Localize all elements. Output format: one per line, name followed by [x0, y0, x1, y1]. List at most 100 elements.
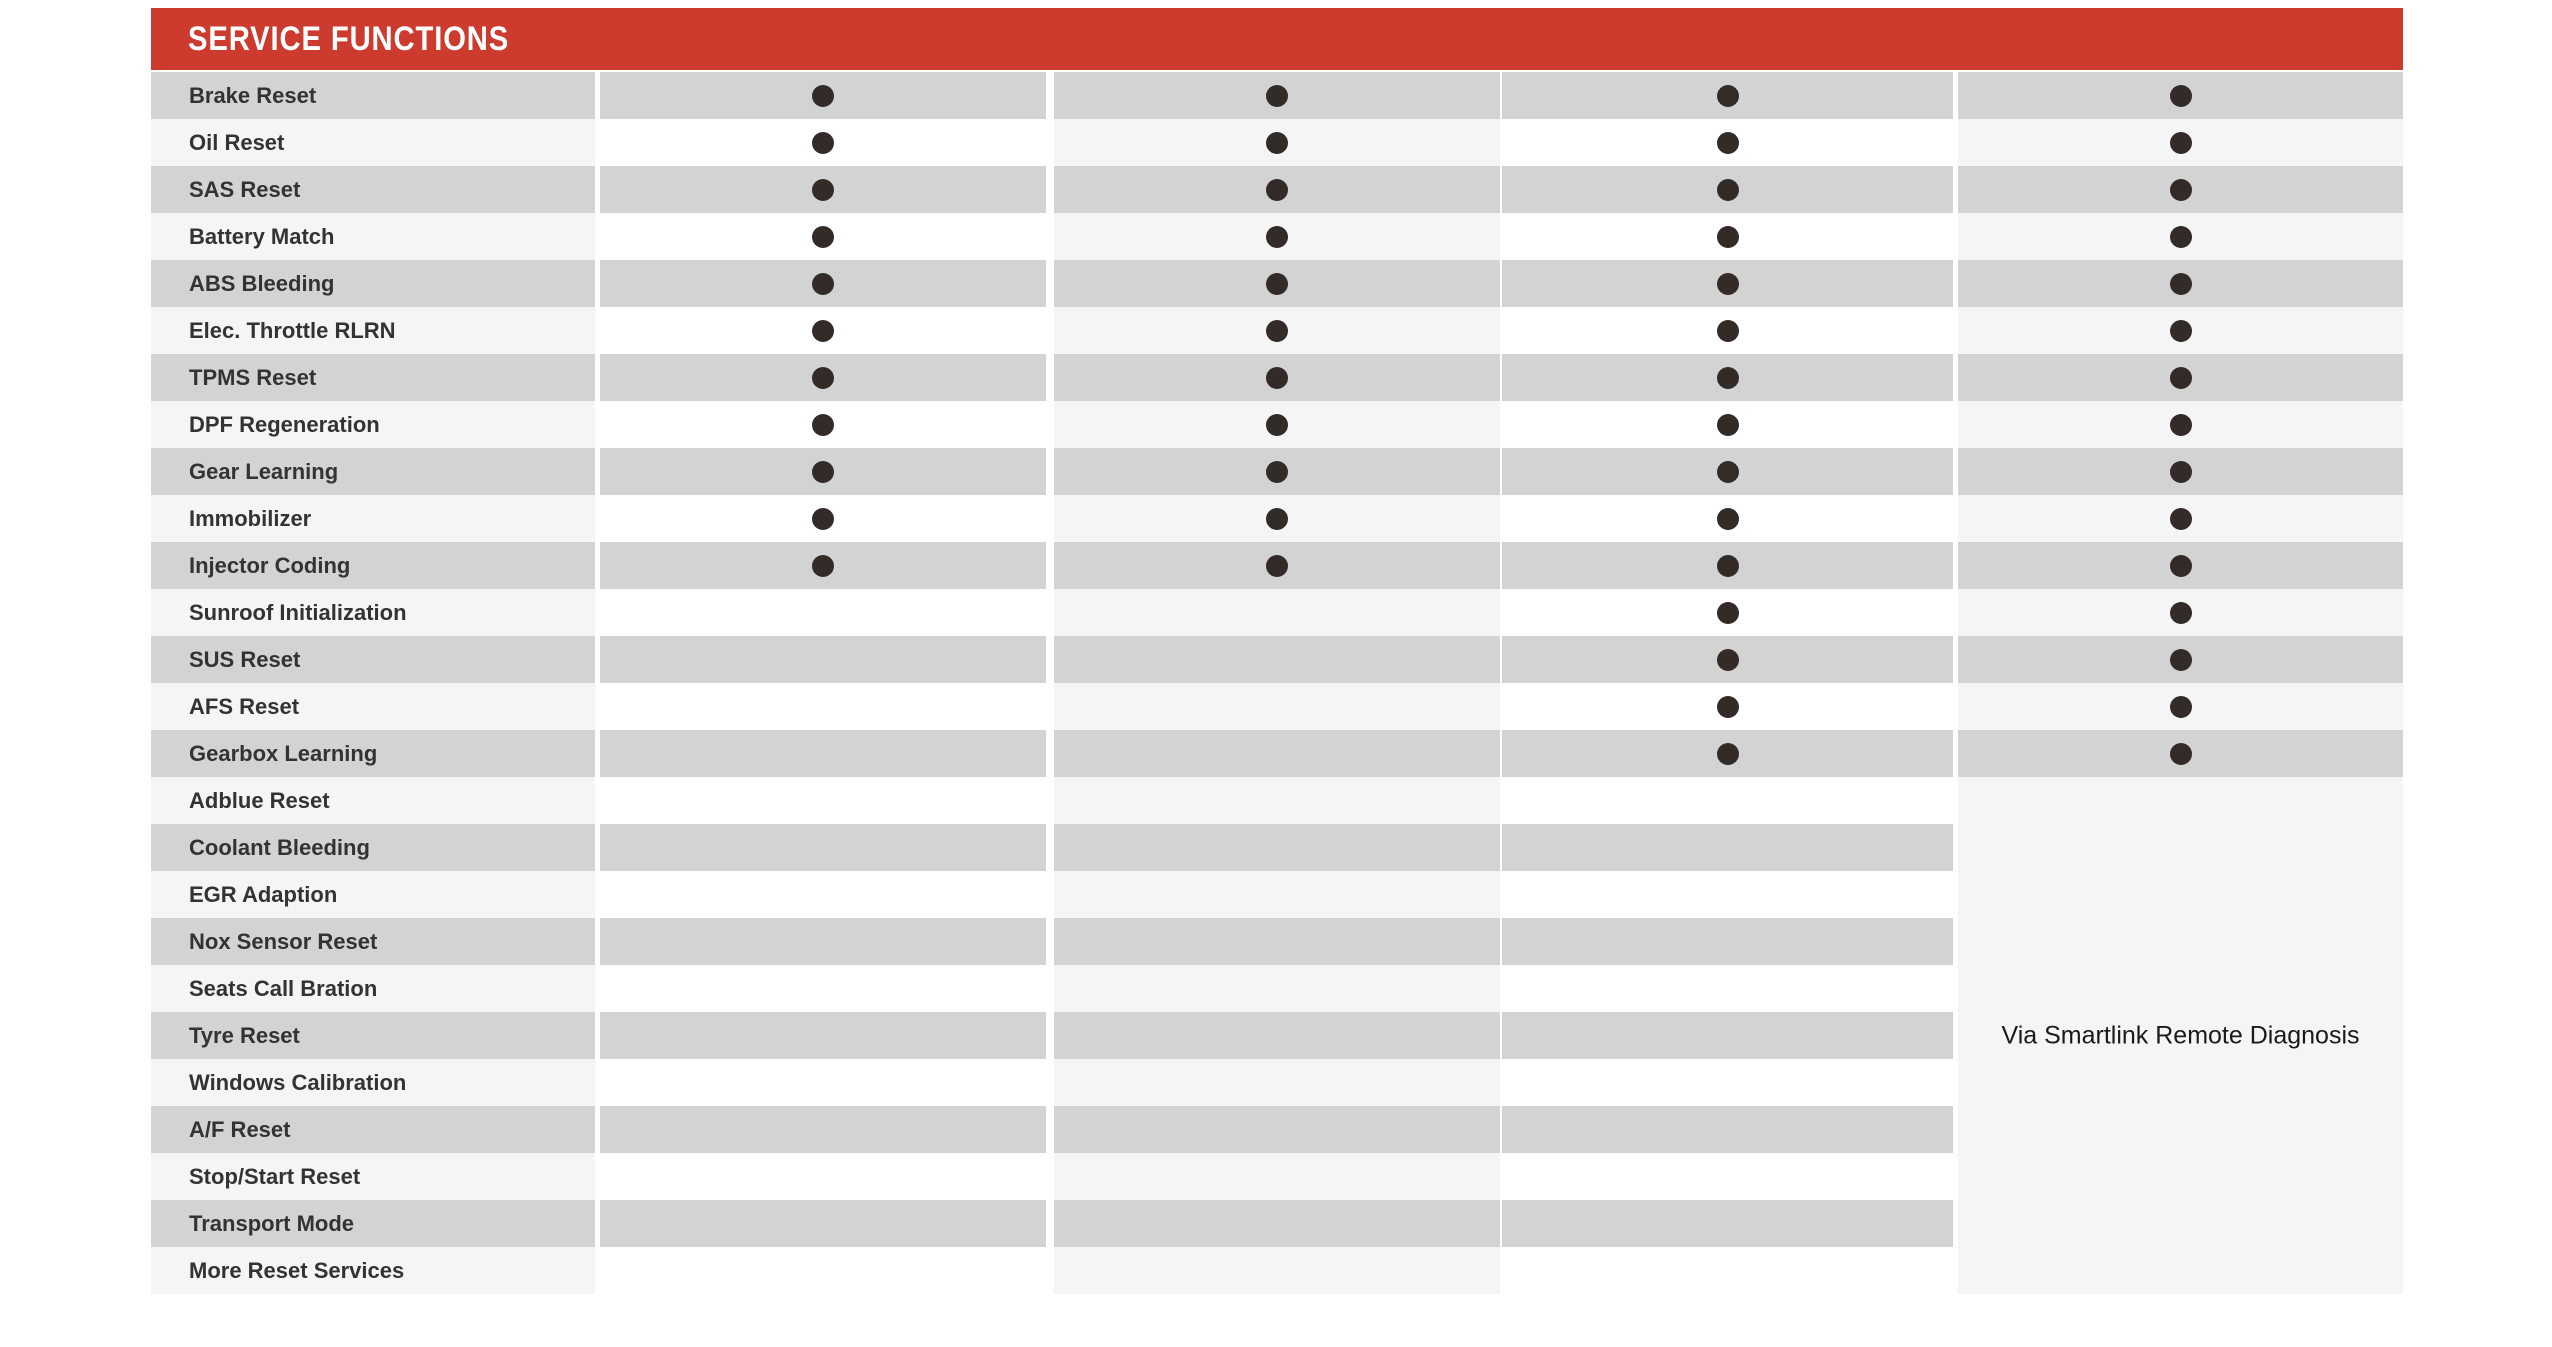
- table-row: TPMS Reset: [151, 354, 2403, 401]
- smartlink-remote-diagnosis-cell: Via Smartlink Remote Diagnosis: [1958, 777, 2403, 1294]
- feature-cell: [600, 119, 1046, 166]
- feature-cell: [1054, 1106, 1500, 1153]
- feature-cell: [600, 260, 1046, 307]
- supported-dot-icon: [812, 460, 834, 483]
- feature-cell: [1054, 730, 1500, 777]
- feature-cell: [1502, 166, 1953, 213]
- feature-cell: [1502, 448, 1953, 495]
- feature-cell: [600, 495, 1046, 542]
- feature-cell: [1502, 589, 1953, 636]
- feature-cell: [600, 213, 1046, 260]
- feature-cell: [1502, 871, 1953, 918]
- row-label: ABS Bleeding: [189, 270, 335, 296]
- feature-cell: [1958, 213, 2403, 260]
- feature-cell: [1054, 119, 1500, 166]
- supported-dot-icon: [2169, 225, 2192, 248]
- feature-cell: [1502, 401, 1953, 448]
- row-label-cell: Transport Mode: [151, 1200, 595, 1247]
- feature-cell: [1054, 495, 1500, 542]
- supported-dot-icon: [812, 413, 834, 436]
- supported-dot-icon: [2169, 413, 2192, 436]
- supported-dot-icon: [1266, 131, 1288, 154]
- feature-cell: [600, 72, 1046, 119]
- row-label: DPF Regeneration: [189, 411, 380, 437]
- page-title: SERVICE FUNCTIONS: [188, 20, 510, 58]
- supported-dot-icon: [2169, 554, 2192, 577]
- feature-cell: [1958, 730, 2403, 777]
- feature-cell: [1054, 260, 1500, 307]
- supported-dot-icon: [1716, 131, 1739, 154]
- row-label-cell: AFS Reset: [151, 683, 595, 730]
- row-label: Coolant Bleeding: [189, 834, 370, 860]
- feature-cell: [1054, 683, 1500, 730]
- supported-dot-icon: [2169, 319, 2192, 342]
- supported-dot-icon: [1716, 460, 1739, 483]
- feature-cell: [1054, 448, 1500, 495]
- feature-cell: [1054, 1012, 1500, 1059]
- row-label: AFS Reset: [189, 693, 300, 719]
- feature-cell: [1054, 636, 1500, 683]
- feature-cell: [1958, 260, 2403, 307]
- supported-dot-icon: [1266, 225, 1288, 248]
- row-label-cell: Coolant Bleeding: [151, 824, 595, 871]
- supported-dot-icon: [2169, 366, 2192, 389]
- supported-dot-icon: [1266, 319, 1288, 342]
- feature-cell: [600, 730, 1046, 777]
- supported-dot-icon: [1716, 178, 1739, 201]
- feature-cell: [1502, 777, 1953, 824]
- supported-dot-icon: [2169, 601, 2192, 624]
- feature-cell: [600, 1012, 1046, 1059]
- supported-dot-icon: [2169, 648, 2192, 671]
- smartlink-remote-diagnosis-label: Via Smartlink Remote Diagnosis: [2001, 1021, 2360, 1049]
- supported-dot-icon: [2169, 178, 2192, 201]
- row-label: EGR Adaption: [189, 881, 338, 907]
- row-label: Transport Mode: [189, 1210, 355, 1236]
- row-label-cell: Stop/Start Reset: [151, 1153, 595, 1200]
- row-label-cell: Immobilizer: [151, 495, 595, 542]
- feature-cell: [1958, 307, 2403, 354]
- feature-cell: [1502, 213, 1953, 260]
- supported-dot-icon: [812, 272, 834, 295]
- row-label: TPMS Reset: [189, 364, 317, 390]
- row-label: More Reset Services: [189, 1257, 405, 1283]
- feature-cell: [1958, 119, 2403, 166]
- supported-dot-icon: [812, 84, 834, 107]
- table-row: Battery Match: [151, 213, 2403, 260]
- feature-cell: [1054, 1153, 1500, 1200]
- service-functions-table: Brake Reset Oil Reset SAS Reset Battery Mat…: [151, 72, 2403, 1294]
- feature-cell: [1502, 72, 1953, 119]
- table-row: Elec. Throttle RLRN: [151, 307, 2403, 354]
- service-functions-comparison-sheet: SERVICE FUNCTIONS Brake Reset Oil Reset SA…: [0, 0, 2552, 1347]
- feature-cell: [1502, 542, 1953, 589]
- row-label-cell: Seats Call Bration: [151, 965, 595, 1012]
- feature-cell: [1502, 307, 1953, 354]
- feature-cell: [1502, 824, 1953, 871]
- supported-dot-icon: [2169, 695, 2192, 718]
- supported-dot-icon: [1716, 413, 1739, 436]
- supported-dot-icon: [812, 319, 834, 342]
- supported-dot-icon: [1266, 84, 1288, 107]
- row-label: Oil Reset: [189, 129, 285, 155]
- row-label: Injector Coding: [189, 552, 351, 578]
- row-label-cell: TPMS Reset: [151, 354, 595, 401]
- feature-cell: [1502, 918, 1953, 965]
- feature-cell: [1502, 1153, 1953, 1200]
- table-row: Oil Reset: [151, 119, 2403, 166]
- feature-cell: [1502, 1106, 1953, 1153]
- supported-dot-icon: [1266, 366, 1288, 389]
- feature-cell: [1502, 1200, 1953, 1247]
- supported-dot-icon: [812, 366, 834, 389]
- row-label: Battery Match: [189, 223, 335, 249]
- feature-cell: [1054, 965, 1500, 1012]
- row-label-cell: EGR Adaption: [151, 871, 595, 918]
- row-label: A/F Reset: [189, 1116, 291, 1142]
- supported-dot-icon: [1266, 413, 1288, 436]
- feature-cell: [1502, 965, 1953, 1012]
- feature-cell: [1958, 636, 2403, 683]
- feature-cell: [600, 965, 1046, 1012]
- feature-cell: [1054, 354, 1500, 401]
- feature-cell: [600, 1106, 1046, 1153]
- row-label: Adblue Reset: [189, 787, 330, 813]
- feature-cell: [600, 1059, 1046, 1106]
- feature-cell: [1502, 1059, 1953, 1106]
